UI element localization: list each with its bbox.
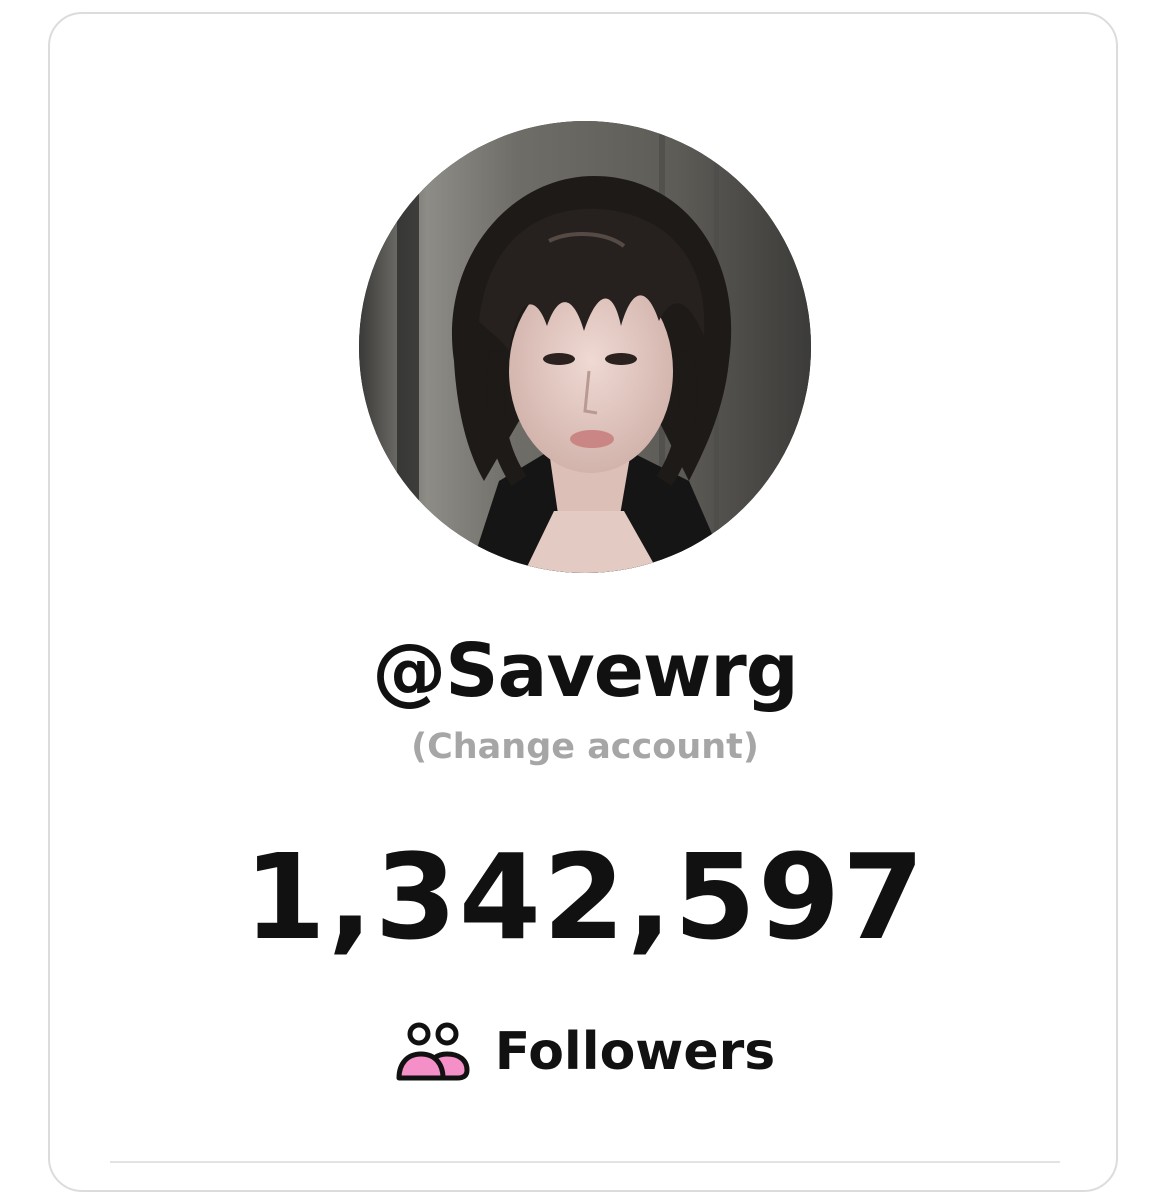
followers-row: Followers: [0, 1020, 1170, 1084]
divider: [110, 1161, 1060, 1163]
avatar-image: [359, 121, 811, 573]
followers-count: 1,342,597: [243, 828, 927, 966]
profile-avatar: [359, 121, 811, 573]
followers-label: Followers: [494, 1022, 776, 1082]
change-account-link[interactable]: (Change account): [0, 727, 1170, 767]
people-icon: [396, 1022, 470, 1081]
username: @Savewrg: [372, 628, 799, 714]
